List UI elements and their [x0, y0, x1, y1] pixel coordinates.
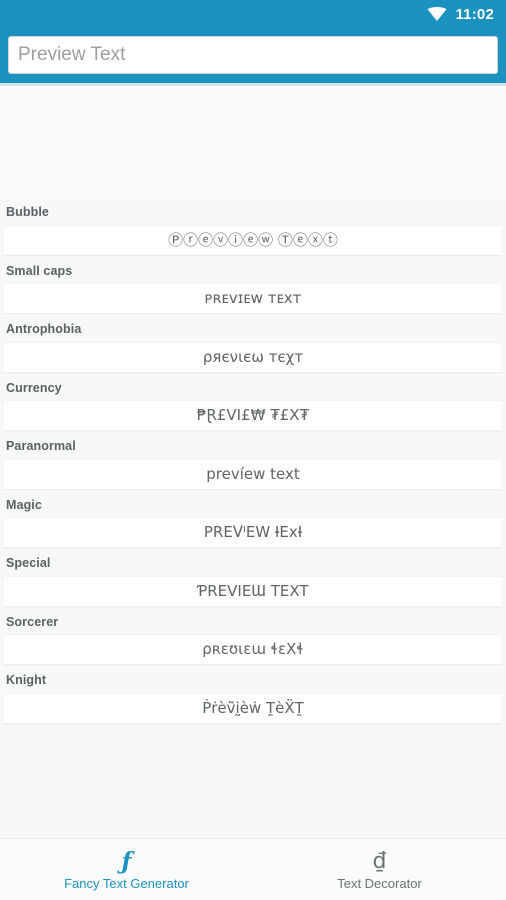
header-bar	[0, 28, 506, 83]
decorated-d-icon: ₫	[372, 848, 387, 874]
style-block: Magic PREᐯᴵEW ƗExƗ	[0, 491, 506, 548]
tab-label: Text Decorator	[337, 876, 422, 891]
fancy-f-icon: ƒ	[121, 848, 132, 875]
style-block: Bubble Ⓟⓡⓔⓥⓘⓔⓦ Ⓣⓔⓧⓣ	[0, 198, 506, 256]
preview-text-input[interactable]	[8, 36, 498, 74]
style-preview-text: ρʀɛʊɩɛɯ ɬɛXɬ	[202, 640, 304, 658]
style-preview-text: ᴘʀᴇᴠɪᴇᴡ ᴛᴇxᴛ	[204, 289, 302, 307]
style-block: Sorcerer ρʀɛʊɩɛɯ ɬɛXɬ	[0, 608, 506, 665]
style-card[interactable]: ρʀɛʊɩɛɯ ɬɛXɬ	[4, 635, 502, 665]
style-preview-text: ƤREVIEƜ TEXT	[197, 581, 309, 600]
status-bar: 11:02	[0, 0, 506, 28]
style-card[interactable]: ρяєνιєω тєχт	[4, 342, 502, 373]
style-preview-text: ρяєνιєω тєχт	[202, 347, 304, 366]
font-style-list: Bubble Ⓟⓡⓔⓥⓘⓔⓦ Ⓣⓔⓧⓣ Small caps ᴘʀᴇᴠɪᴇᴡ ᴛ…	[0, 198, 506, 838]
style-label: Knight	[6, 673, 47, 687]
style-card[interactable]: ƤREVIEƜ TEXT	[4, 576, 502, 607]
style-card[interactable]: prevíew text	[4, 459, 502, 490]
ad-placeholder-area	[0, 86, 506, 198]
app-screen: 11:02 Bubble Ⓟⓡⓔⓥⓘⓔⓦ Ⓣⓔⓧⓣ Small caps ᴘʀᴇ…	[0, 0, 506, 900]
style-block: Knight Ṗṙèṽḭèẇ ṮèẌṮ	[0, 666, 506, 724]
style-label: Small caps	[6, 263, 73, 278]
style-label: Sorcerer	[6, 614, 59, 629]
style-label: Bubble	[6, 205, 49, 219]
style-preview-text: prevíew text	[206, 464, 300, 483]
style-label: Antrophobia	[6, 322, 82, 336]
style-block: Paranormal prevíew text	[0, 432, 506, 490]
style-card[interactable]: Ṗṙèṽḭèẇ ṮèẌṮ	[4, 693, 502, 724]
style-card[interactable]: PREᐯᴵEW ƗExƗ	[4, 518, 502, 548]
bottom-navigation: ƒ Fancy Text Generator ₫ Text Decorator	[0, 838, 506, 900]
style-label: Magic	[6, 497, 42, 512]
style-preview-text: PREᐯᴵEW ƗExƗ	[203, 523, 303, 541]
style-preview-text: ₱Ɽ£VI£₩ ₮£X₮	[196, 406, 310, 424]
style-card[interactable]: ₱Ɽ£VI£₩ ₮£X₮	[4, 401, 502, 431]
style-preview-text: Ṗṙèṽḭèẇ ṮèẌṮ	[202, 698, 304, 717]
tab-fancy-text-generator[interactable]: ƒ Fancy Text Generator	[0, 839, 253, 900]
style-block: Special ƤREVIEƜ TEXT	[0, 549, 506, 607]
style-preview-text: Ⓟⓡⓔⓥⓘⓔⓦ Ⓣⓔⓧⓣ	[168, 230, 338, 249]
style-card[interactable]: Ⓟⓡⓔⓥⓘⓔⓦ Ⓣⓔⓧⓣ	[4, 225, 502, 256]
style-label: Currency	[6, 380, 62, 395]
style-label: Special	[6, 556, 51, 570]
wifi-icon	[427, 7, 447, 21]
tab-text-decorator[interactable]: ₫ Text Decorator	[253, 839, 506, 900]
style-label: Paranormal	[6, 439, 76, 453]
tab-label: Fancy Text Generator	[64, 876, 189, 891]
style-block: Antrophobia ρяєνιєω тєχт	[0, 315, 506, 373]
style-block: Small caps ᴘʀᴇᴠɪᴇᴡ ᴛᴇxᴛ	[0, 257, 506, 314]
style-card[interactable]: ᴘʀᴇᴠɪᴇᴡ ᴛᴇxᴛ	[4, 284, 502, 314]
style-block: Currency ₱Ɽ£VI£₩ ₮£X₮	[0, 374, 506, 431]
status-bar-clock: 11:02	[455, 5, 494, 23]
